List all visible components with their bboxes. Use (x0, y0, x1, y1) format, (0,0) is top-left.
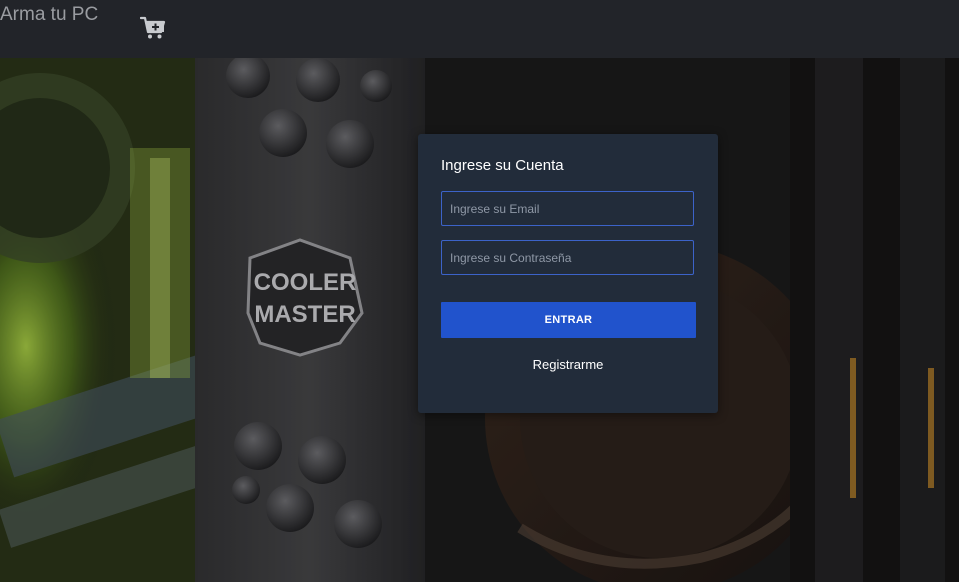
navbar: Arma tu PC (0, 0, 959, 58)
login-card: Ingrese su Cuenta ENTRAR Registrarme (418, 134, 718, 413)
email-field[interactable] (441, 191, 694, 226)
login-button[interactable]: ENTRAR (441, 302, 696, 338)
register-link[interactable]: Registrarme (418, 357, 718, 372)
page: COOLER MASTER Arma tu PC Ingrese su Cuen… (0, 0, 959, 582)
password-field[interactable] (441, 240, 694, 275)
brand-title[interactable]: Arma tu PC (0, 4, 98, 26)
cart-plus-icon[interactable] (139, 15, 166, 41)
login-title: Ingrese su Cuenta (441, 157, 564, 174)
